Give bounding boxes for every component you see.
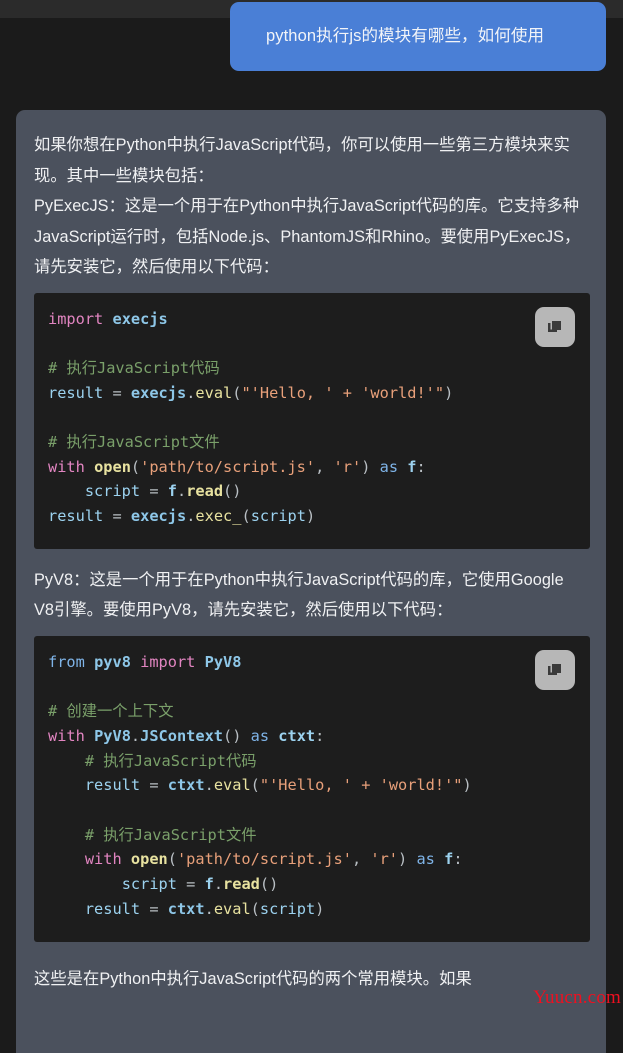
chat-scroll-region[interactable]: python执行js的模块有哪些，如何使用 如果你想在Python中执行Java… — [0, 0, 623, 1053]
user-message-bubble: python执行js的模块有哪些，如何使用 — [230, 2, 606, 71]
copy-code-button-2[interactable] — [535, 649, 575, 690]
code-block-execjs: import execjs # 执行JavaScript代码 result = … — [34, 292, 590, 549]
chat-app-window: python执行js的模块有哪些，如何使用 如果你想在Python中执行Java… — [0, 0, 623, 1053]
copy-icon — [548, 320, 561, 332]
copy-icon — [548, 663, 561, 675]
user-message-row: python执行js的模块有哪些，如何使用 — [0, 2, 623, 71]
copy-code-button-1[interactable] — [535, 306, 575, 347]
assistant-message-bubble: 如果你想在Python中执行JavaScript代码，你可以使用一些第三方模块来… — [16, 110, 606, 1053]
code-content-execjs: import execjs # 执行JavaScript代码 result = … — [48, 309, 454, 526]
assistant-paragraph-4: 这些是在Python中执行JavaScript代码的两个常用模块。如果 — [34, 969, 472, 988]
assistant-paragraph-3: PyV8：这是一个用于在Python中执行JavaScript代码的库，它使用G… — [34, 570, 564, 620]
code-block-pyv8: from pyv8 import PyV8 # 创建一个上下文 with PyV… — [34, 635, 590, 942]
assistant-paragraph-1: 如果你想在Python中执行JavaScript代码，你可以使用一些第三方模块来… — [34, 136, 570, 185]
code-content-pyv8: from pyv8 import PyV8 # 创建一个上下文 with PyV… — [48, 652, 472, 918]
assistant-paragraph-2: PyExecJS：这是一个用于在Python中执行JavaScript代码的库。… — [34, 197, 581, 276]
